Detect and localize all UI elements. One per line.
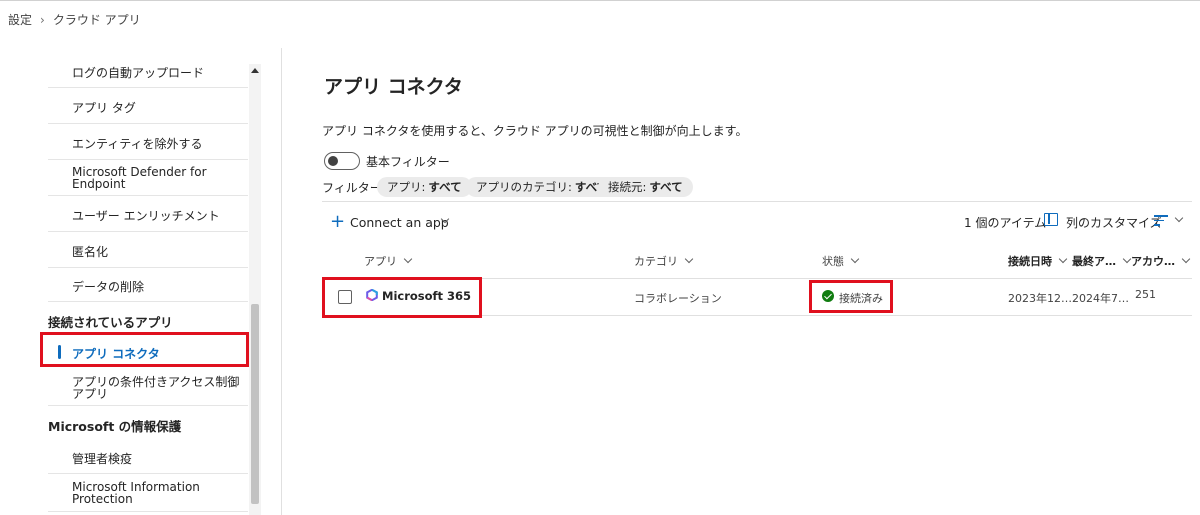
item-count: 1 個のアイテム <box>964 216 1047 230</box>
sidebar-item-label: エンティティを除外する <box>72 137 203 151</box>
column-header-category[interactable]: カテゴリ <box>634 253 694 269</box>
column-header-last-activity[interactable]: 最終ア… <box>1072 253 1132 269</box>
sidebar-item-label: 管理者検疫 <box>72 452 133 466</box>
chip-value: すべて <box>428 180 462 194</box>
column-header-status[interactable]: 状態 <box>822 253 860 269</box>
scroll-up-arrow-icon[interactable] <box>251 68 259 73</box>
sidebar-item-app-tags[interactable]: アプリ タグ <box>48 88 248 124</box>
sidebar-item-label: データの削除 <box>72 280 145 294</box>
breadcrumb-separator: › <box>40 12 45 27</box>
customize-columns-button[interactable]: 列のカスタマイズ <box>1066 214 1162 231</box>
cell-category: コラボレーション <box>634 292 722 305</box>
sidebar-item-information-protection[interactable]: Microsoft Information Protection <box>48 476 248 512</box>
page-description: アプリ コネクタを使用すると、クラウド アプリの可視性と制御が向上します。 <box>322 124 748 138</box>
scroll-thumb[interactable] <box>251 304 259 504</box>
cell-last-activity: 2024年7… <box>1072 292 1129 305</box>
chevron-down-icon <box>684 254 694 264</box>
chip-key: アプリ: <box>387 180 426 194</box>
sidebar-group-info-protection: Microsoft の情報保護 <box>48 419 182 434</box>
sidebar-item-label: ログの自動アップロード <box>72 66 205 80</box>
column-header-accounts[interactable]: アカウ… <box>1131 253 1191 269</box>
sidebar-item-label: アプリの条件付きアクセス制御アプリ <box>72 375 240 401</box>
highlight-box-app-name <box>322 277 482 318</box>
breadcrumb: 設定 › クラウド アプリ <box>8 11 141 28</box>
basic-filter-toggle[interactable] <box>324 152 360 170</box>
basic-filter-label: 基本フィルター <box>366 155 450 169</box>
column-header-label: 最終ア… <box>1072 255 1116 268</box>
settings-sidebar: ログの自動アップロード アプリ タグ エンティティを除外する Microsoft… <box>0 48 262 515</box>
column-header-label: アプリ <box>364 255 397 268</box>
sidebar-item-anonymization[interactable]: 匿名化 <box>48 232 248 268</box>
column-header-label: カテゴリ <box>634 255 678 268</box>
chevron-down-icon <box>403 254 413 264</box>
filter-chip-connected-by[interactable]: 接続元: すべて <box>598 177 693 197</box>
chevron-down-icon <box>1181 254 1191 264</box>
columns-icon[interactable] <box>1044 213 1058 226</box>
breadcrumb-settings[interactable]: 設定 <box>8 11 32 28</box>
chevron-down-icon <box>1058 254 1068 264</box>
chevron-down-icon <box>1122 254 1132 264</box>
cell-connected-date: 2023年12… <box>1008 292 1072 305</box>
toggle-knob <box>328 156 338 166</box>
connect-app-button[interactable]: Connect an app <box>350 215 449 230</box>
sidebar-item-defender-endpoint[interactable]: Microsoft Defender for Endpoint <box>48 160 248 196</box>
chip-key: 接続元: <box>608 180 647 194</box>
sidebar-item-user-enrichment[interactable]: ユーザー エンリッチメント <box>48 196 248 232</box>
toolbar-separator <box>322 201 1192 202</box>
column-header-connected[interactable]: 接続日時 <box>1008 253 1068 269</box>
chevron-down-icon[interactable] <box>1174 213 1184 223</box>
chip-value: すべて <box>649 180 683 194</box>
page-title: アプリ コネクタ <box>324 76 463 98</box>
sidebar-item-label: Microsoft Information Protection <box>72 480 200 506</box>
filter-chip-app[interactable]: アプリ: すべて <box>377 177 472 197</box>
chevron-down-icon <box>850 254 860 264</box>
top-bar: 設定 › クラウド アプリ <box>0 0 1200 38</box>
column-header-label: アカウ… <box>1131 255 1175 268</box>
sidebar-item-label: ユーザー エンリッチメント <box>72 209 220 223</box>
sidebar-item-log-upload[interactable]: ログの自動アップロード <box>48 52 248 88</box>
chip-key: アプリのカテゴリ: <box>476 180 572 194</box>
sidebar-item-conditional-access-apps[interactable]: アプリの条件付きアクセス制御アプリ <box>48 370 248 406</box>
column-header-label: 接続日時 <box>1008 255 1052 268</box>
column-header-label: 状態 <box>822 255 844 268</box>
highlight-box-app-connectors <box>40 332 249 367</box>
sidebar-item-label: 匿名化 <box>72 245 109 259</box>
sidebar-item-exclude-entities[interactable]: エンティティを除外する <box>48 124 248 160</box>
sidebar-item-data-deletion[interactable]: データの削除 <box>48 268 248 302</box>
cell-accounts: 251 <box>1135 288 1156 301</box>
group-by-icon[interactable] <box>1154 215 1168 229</box>
sidebar-scrollbar[interactable] <box>249 64 261 515</box>
sidebar-item-label: Microsoft Defender for Endpoint <box>72 165 207 191</box>
breadcrumb-cloud-apps[interactable]: クラウド アプリ <box>53 11 141 28</box>
highlight-box-status <box>809 280 893 313</box>
sidebar-item-admin-quarantine[interactable]: 管理者検疫 <box>48 440 248 474</box>
sidebar-item-label: アプリ タグ <box>72 101 136 115</box>
filter-chip-category[interactable]: アプリのカテゴリ: すべて <box>466 177 619 197</box>
add-icon[interactable]: + <box>330 213 345 231</box>
column-header-app[interactable]: アプリ <box>364 253 413 269</box>
sidebar-group-connected-apps: 接続されているアプリ <box>48 315 173 330</box>
